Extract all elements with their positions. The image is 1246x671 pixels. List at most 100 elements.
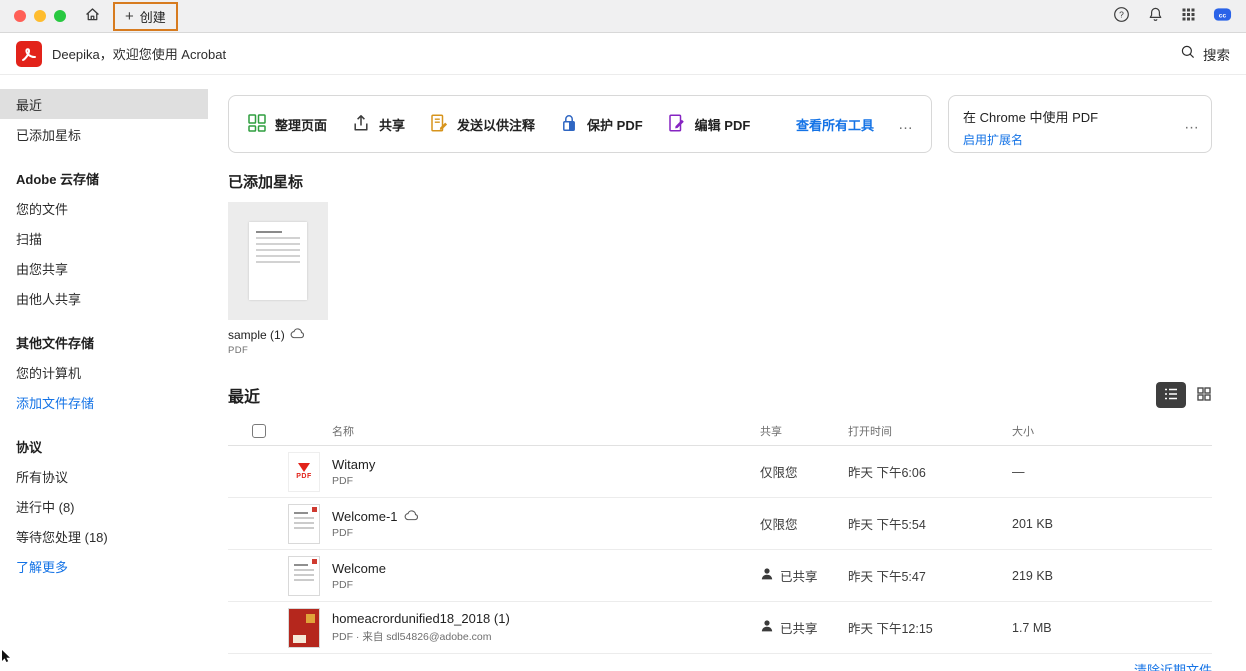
table-row[interactable]: Welcome PDF 已共享 昨天 下午5:47 219 KB xyxy=(228,550,1212,602)
app-header: Deepika，欢迎您使用 Acrobat 搜索 xyxy=(0,33,1246,75)
home-icon xyxy=(84,6,101,26)
list-view-icon xyxy=(1163,386,1179,405)
protect-pdf-icon xyxy=(559,113,579,136)
file-size: 1.7 MB xyxy=(1012,621,1212,635)
main-content: 整理页面 共享 发送以供注释 保护 PDF xyxy=(208,75,1246,671)
sidebar-item-label: 已添加星标 xyxy=(16,125,81,144)
notifications-button[interactable] xyxy=(1147,6,1164,26)
plus-icon: + xyxy=(125,9,134,24)
send-for-comments-icon xyxy=(429,113,449,136)
sidebar-item-label: 最近 xyxy=(16,95,42,114)
creative-cloud-button[interactable]: cc xyxy=(1213,5,1232,27)
document-thumbnail xyxy=(288,556,320,596)
help-icon: ? xyxy=(1113,6,1130,26)
starred-file-thumbnail[interactable] xyxy=(228,202,328,320)
sidebar-item-label: 您的计算机 xyxy=(16,363,81,382)
shared-person-icon xyxy=(760,567,774,584)
sidebar-item-recent[interactable]: 最近 xyxy=(0,89,208,119)
sidebar-item-your-computer[interactable]: 您的计算机 xyxy=(0,357,208,387)
quick-tools-card: 整理页面 共享 发送以供注释 保护 PDF xyxy=(228,95,932,153)
help-button[interactable]: ? xyxy=(1113,6,1130,26)
column-header-opened[interactable]: 打开时间 xyxy=(848,423,1012,439)
chrome-card-more-button[interactable]: … xyxy=(1184,116,1199,133)
recent-section-header: 最近 xyxy=(228,382,1212,408)
tool-edit-pdf[interactable]: 编辑 PDF xyxy=(667,113,751,136)
file-name: Witamy xyxy=(332,457,760,472)
create-button-highlight-box: + 创建 xyxy=(113,2,178,31)
opened-time: 昨天 下午5:54 xyxy=(848,514,1012,533)
tool-send-for-comments[interactable]: 发送以供注释 xyxy=(429,113,535,136)
opened-time: 昨天 下午5:47 xyxy=(848,566,1012,585)
welcome-greeting: Deepika，欢迎您使用 Acrobat xyxy=(52,44,226,63)
zoom-window-button[interactable] xyxy=(54,10,66,22)
tool-label: 发送以供注释 xyxy=(457,115,535,134)
starred-file-name: sample (1) xyxy=(228,328,285,342)
sidebar-header-other-storage: 其他文件存储 xyxy=(0,327,208,357)
sidebar-item-learn-more[interactable]: 了解更多 xyxy=(0,551,208,581)
clear-recent-files-link[interactable]: 清除近期文件 xyxy=(1134,660,1212,671)
column-header-name[interactable]: 名称 xyxy=(332,423,760,439)
sidebar-item-add-storage[interactable]: 添加文件存储 xyxy=(0,387,208,417)
table-row[interactable]: homeacrordunified18_2018 (1) PDF · 来自 sd… xyxy=(228,602,1212,654)
table-row[interactable]: PDF Witamy PDF 仅限您 昨天 下午6:06 — xyxy=(228,446,1212,498)
sidebar-header-adobe-cloud: Adobe 云存储 xyxy=(0,163,208,193)
sidebar-item-starred[interactable]: 已添加星标 xyxy=(0,119,208,149)
tool-share[interactable]: 共享 xyxy=(351,113,405,136)
search-button[interactable]: 搜索 xyxy=(1180,44,1230,64)
create-button-label: 创建 xyxy=(140,7,166,26)
titlebar-right-icons: ? cc xyxy=(1113,5,1232,27)
sidebar-item-shared-by-you[interactable]: 由您共享 xyxy=(0,253,208,283)
close-window-button[interactable] xyxy=(14,10,26,22)
minimize-window-button[interactable] xyxy=(34,10,46,22)
sidebar-item-your-files[interactable]: 您的文件 xyxy=(0,193,208,223)
bell-icon xyxy=(1147,6,1164,26)
view-toggles xyxy=(1156,382,1212,408)
tool-label: 保护 PDF xyxy=(587,115,643,134)
shared-status: 仅限您 xyxy=(760,462,848,481)
shared-status: 已共享 xyxy=(760,618,848,637)
sidebar-item-label: 添加文件存储 xyxy=(16,393,94,412)
sidebar: 最近 已添加星标 Adobe 云存储 您的文件 扫描 由您共享 由他人共享 其他… xyxy=(0,75,208,671)
grid-view-toggle[interactable] xyxy=(1196,386,1212,405)
sidebar-item-label: 进行中 (8) xyxy=(16,497,75,516)
chrome-extension-card: 在 Chrome 中使用 PDF 启用扩展名 … xyxy=(948,95,1212,153)
sidebar-item-label: 等待您处理 (18) xyxy=(16,527,108,546)
tool-protect-pdf[interactable]: 保护 PDF xyxy=(559,113,643,136)
tools-more-button[interactable]: … xyxy=(898,116,913,133)
acrobat-logo-icon xyxy=(16,41,42,67)
sidebar-item-all-agreements[interactable]: 所有协议 xyxy=(0,461,208,491)
file-meta: PDF · 来自 sdl54826@adobe.com xyxy=(332,629,760,644)
sidebar-item-in-progress[interactable]: 进行中 (8) xyxy=(0,491,208,521)
share-icon xyxy=(351,113,371,136)
waffle-grid-icon xyxy=(1181,7,1196,25)
tool-label: 共享 xyxy=(379,115,405,134)
sidebar-item-waiting-for-you[interactable]: 等待您处理 (18) xyxy=(0,521,208,551)
sidebar-item-scans[interactable]: 扫描 xyxy=(0,223,208,253)
sidebar-item-label: 了解更多 xyxy=(16,557,68,576)
sidebar-item-label: 由他人共享 xyxy=(16,289,81,308)
chrome-card-title: 在 Chrome 中使用 PDF xyxy=(963,107,1197,126)
file-size: 219 KB xyxy=(1012,569,1212,583)
create-button[interactable]: + 创建 xyxy=(115,4,176,29)
creative-cloud-icon: cc xyxy=(1213,5,1232,27)
starred-file-name-row[interactable]: sample (1) xyxy=(228,328,1212,342)
search-label: 搜索 xyxy=(1203,44,1230,64)
column-header-shared[interactable]: 共享 xyxy=(760,423,848,439)
column-header-size[interactable]: 大小 xyxy=(1012,423,1212,439)
file-name: Welcome-1 xyxy=(332,509,760,524)
home-button[interactable] xyxy=(84,6,101,26)
sidebar-item-shared-by-others[interactable]: 由他人共享 xyxy=(0,283,208,313)
view-all-tools-link[interactable]: 查看所有工具 xyxy=(796,115,874,134)
select-all-checkbox[interactable] xyxy=(252,424,266,438)
recent-table-header: 名称 共享 打开时间 大小 xyxy=(228,416,1212,446)
list-view-toggle[interactable] xyxy=(1156,382,1186,408)
pdf-file-icon: PDF xyxy=(288,452,320,492)
enable-extension-link[interactable]: 启用扩展名 xyxy=(963,131,1023,148)
organize-pages-icon xyxy=(247,113,267,136)
search-icon xyxy=(1180,44,1196,63)
app-switcher-button[interactable] xyxy=(1181,7,1196,25)
table-row[interactable]: Welcome-1 PDF 仅限您 昨天 下午5:54 201 KB xyxy=(228,498,1212,550)
recent-section-heading: 最近 xyxy=(228,383,260,407)
tool-organize-pages[interactable]: 整理页面 xyxy=(247,113,327,136)
cloud-icon xyxy=(290,328,305,342)
